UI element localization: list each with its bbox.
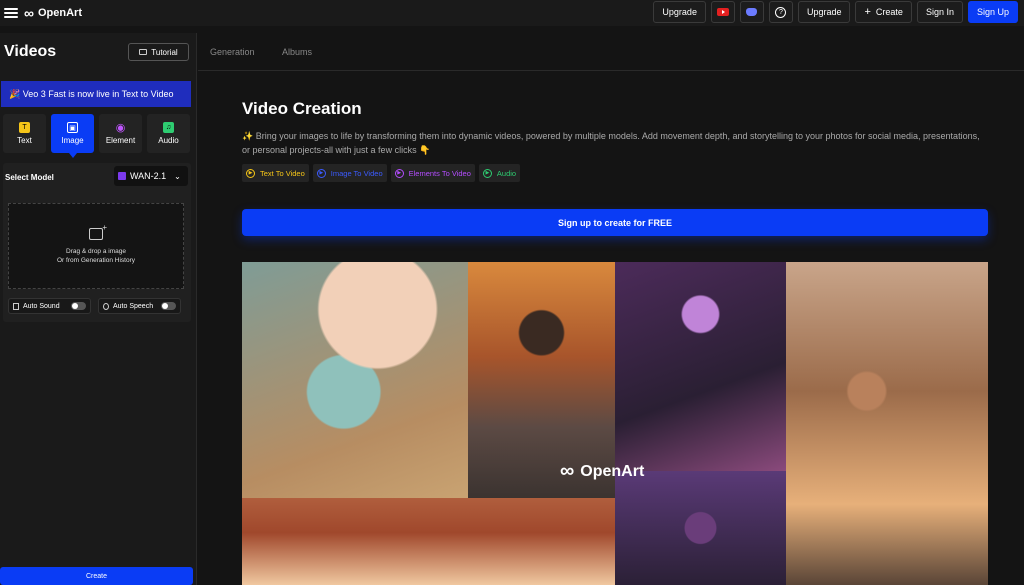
image-icon: ▣ <box>67 122 78 133</box>
play-icon: ▶ <box>394 168 404 178</box>
main-content: Generation Albums Video Creation ✨ Bring… <box>198 33 1024 585</box>
auto-speech-label: Auto Speech <box>113 302 154 310</box>
auto-sound-toggle[interactable]: Auto Sound <box>8 298 91 314</box>
watermark-text: OpenArt <box>580 462 645 480</box>
add-image-icon <box>89 223 107 240</box>
gallery-image-bike-girl[interactable] <box>786 262 988 585</box>
create-label: Create <box>875 7 903 17</box>
feature-chips: ▶ Text To Video ▶ Image To Video ▶ Eleme… <box>242 164 521 182</box>
play-icon: ▶ <box>482 168 492 178</box>
page-title: Video Creation <box>242 99 362 118</box>
sidebar-title: Videos <box>4 43 57 60</box>
tab-albums[interactable]: Albums <box>282 47 312 57</box>
element-icon: ◉ <box>115 122 126 134</box>
mode-tabs: T Text ▣ Image ◉ Element ♫ Audio <box>3 114 190 158</box>
main-tabs: Generation Albums <box>198 33 1024 71</box>
speech-icon <box>103 302 109 310</box>
chip-audio[interactable]: ▶ Audio <box>478 164 521 182</box>
tutorial-button[interactable]: Tutorial <box>128 43 189 61</box>
gallery-image-dragon[interactable] <box>242 262 468 498</box>
video-icon <box>139 49 148 55</box>
model-select[interactable]: WAN-2.1 ⌄ <box>114 166 188 186</box>
mode-tab-label: Element <box>105 136 136 145</box>
auto-sound-label: Auto Sound <box>23 302 60 310</box>
top-actions: Upgrade ? Upgrade + Create Sign In Sign … <box>653 1 1018 23</box>
chip-text-to-video[interactable]: ▶ Text To Video <box>242 164 309 182</box>
text-icon: T <box>19 122 30 133</box>
infinity-icon: ∞ <box>560 460 575 482</box>
discord-button[interactable] <box>739 1 764 23</box>
mode-tab-label: Image <box>61 136 84 145</box>
menu-icon[interactable] <box>4 8 18 18</box>
sign-up-button[interactable]: Sign Up <box>967 1 1018 23</box>
auto-speech-toggle[interactable]: Auto Speech <box>98 298 181 314</box>
help-button[interactable]: ? <box>768 1 793 23</box>
youtube-button[interactable] <box>710 1 735 23</box>
select-model-label: Select Model <box>5 173 54 182</box>
discord-icon <box>746 8 758 16</box>
chip-label: Text To Video <box>260 168 305 178</box>
file-icon <box>13 302 19 310</box>
auto-speech-switch[interactable] <box>161 302 176 310</box>
tutorial-label: Tutorial <box>151 47 178 57</box>
sidebar: Videos Tutorial 🎉 Veo 3 Fast is now live… <box>0 33 197 585</box>
play-icon: ▶ <box>246 168 255 178</box>
upgrade-button-secondary[interactable]: Upgrade <box>797 1 851 23</box>
youtube-icon <box>716 8 729 16</box>
auto-sound-switch[interactable] <box>71 302 86 310</box>
play-icon: ▶ <box>316 168 326 178</box>
dropzone-line-1: Drag & drop a image <box>66 248 126 255</box>
toggles: Auto Sound Auto Speech <box>8 298 181 314</box>
upgrade-button[interactable]: Upgrade <box>653 1 706 23</box>
chip-label: Elements To Video <box>408 168 471 178</box>
gallery-image-stage[interactable] <box>242 498 615 585</box>
chip-label: Audio <box>496 168 517 178</box>
chip-elements-to-video[interactable]: ▶ Elements To Video <box>390 164 475 182</box>
chevron-down-icon: ⌄ <box>174 171 181 181</box>
announcement-banner[interactable]: 🎉 Veo 3 Fast is now live in Text to Vide… <box>1 81 191 107</box>
top-bar: ∞ OpenArt Upgrade ? Upgrade + Create Sig… <box>0 0 1024 26</box>
mode-tab-text[interactable]: T Text <box>3 114 46 153</box>
gallery-image-cyber-girl[interactable] <box>615 262 786 471</box>
gallery-watermark: ∞ OpenArt <box>560 460 644 483</box>
sample-gallery: ∞ OpenArt <box>242 262 988 585</box>
plus-icon: + <box>864 6 871 18</box>
signup-cta-button[interactable]: Sign up to create for FREE <box>242 209 988 236</box>
gallery-image-cyber-girl-2[interactable] <box>615 471 786 585</box>
sign-in-button[interactable]: Sign In <box>916 1 963 23</box>
tab-generation[interactable]: Generation <box>210 47 255 57</box>
mode-tab-element[interactable]: ◉ Element <box>99 114 142 153</box>
image-dropzone[interactable]: Drag & drop a image Or from Generation H… <box>8 203 184 289</box>
help-icon: ? <box>775 6 787 18</box>
mode-tab-image[interactable]: ▣ Image <box>51 114 94 158</box>
mode-tab-audio[interactable]: ♫ Audio <box>147 114 190 153</box>
infinity-icon: ∞ <box>24 5 34 21</box>
page-description: ✨ Bring your images to life by transform… <box>242 131 980 155</box>
input-panel: Select Model WAN-2.1 ⌄ Drag & drop a ima… <box>3 163 191 322</box>
sidebar-create-button[interactable]: Create <box>0 567 193 585</box>
model-icon <box>118 172 126 180</box>
create-button[interactable]: + Create <box>855 1 912 23</box>
openart-logo[interactable]: ∞ OpenArt <box>24 6 82 20</box>
chip-image-to-video[interactable]: ▶ Image To Video <box>312 164 387 182</box>
mode-tab-label: Audio <box>158 136 179 145</box>
audio-icon: ♫ <box>163 122 174 133</box>
mode-tab-label: Text <box>17 136 32 145</box>
dropzone-line-2: Or from Generation History <box>56 257 136 264</box>
chip-label: Image To Video <box>330 168 383 178</box>
model-value: WAN-2.1 <box>130 171 167 181</box>
